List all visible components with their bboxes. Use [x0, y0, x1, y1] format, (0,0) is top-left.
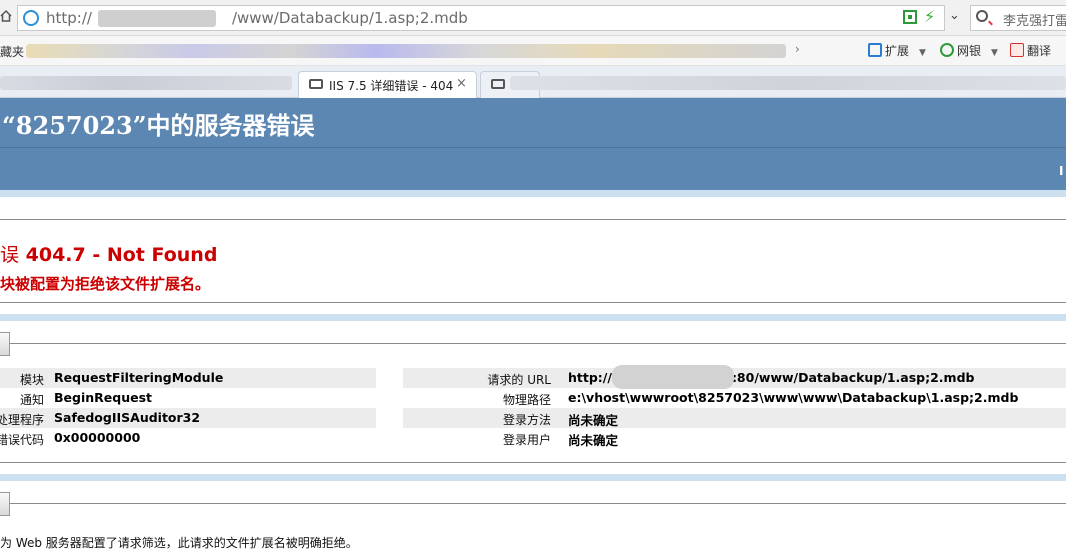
cause-description: 为 Web 服务器配置了请求筛选，此请求的文件扩展名被明确拒绝。: [0, 536, 358, 550]
divider-band: [0, 474, 1066, 481]
tab-title: IIS 7.5 详细错误 - 404: [329, 79, 454, 93]
search-icon[interactable]: [976, 10, 988, 22]
divider: [10, 343, 1066, 344]
extensions-button[interactable]: 扩展 ▼: [868, 42, 926, 59]
divider-band: [0, 190, 1066, 197]
logon-method-label: 登录方法: [502, 413, 551, 427]
page-subheader: I: [0, 147, 1066, 190]
notify-label: 通知: [19, 393, 44, 407]
error-title: 误 404.7 - Not Found: [0, 244, 218, 266]
error-code-value: 0x00000000: [54, 430, 141, 445]
redacted-host: [98, 10, 216, 27]
page-header: “8257023”中的服务器错误: [0, 98, 1066, 147]
qr-code-icon[interactable]: [903, 10, 917, 24]
favorites-label[interactable]: 藏夹: [0, 43, 24, 60]
logon-user-value: 尚未确定: [568, 433, 619, 448]
module-label: 模块: [19, 373, 44, 387]
logon-user-label: 登录用户: [502, 433, 551, 447]
bookmarks-bar: 藏夹 › 扩展 ▼ 网银 ▼ 翻译: [0, 36, 1066, 66]
physical-path-value: e:\vhost\wwwroot\8257023\www\www\Databac…: [568, 390, 1019, 405]
handler-label: 处理程序: [0, 413, 44, 427]
redacted-host: [612, 365, 734, 389]
translate-button[interactable]: 翻译: [1010, 42, 1051, 59]
logon-method-value: 尚未确定: [568, 413, 619, 428]
tab-iis-error[interactable]: IIS 7.5 详细错误 - 404 ×: [298, 71, 477, 98]
redacted-tabs: [0, 76, 292, 90]
chevron-right-icon[interactable]: ›: [795, 42, 800, 56]
physical-path-label: 物理路径: [502, 393, 551, 407]
page-favicon-icon: [491, 79, 505, 89]
divider-band: [0, 314, 1066, 321]
page-favicon-icon: [309, 79, 323, 89]
chevron-down-icon[interactable]: ⌄: [949, 8, 960, 23]
section-toggle-button[interactable]: [0, 492, 10, 516]
page-title: “8257023”中的服务器错误: [2, 111, 315, 140]
module-value: RequestFilteringModule: [54, 370, 224, 385]
error-code-label: 错误代码: [0, 433, 44, 447]
globe-icon: [23, 10, 39, 26]
tab-strip: IIS 7.5 详细错误 - 404 ×: [0, 66, 1066, 98]
section-toggle-button[interactable]: [0, 332, 10, 356]
translate-icon: [1010, 43, 1024, 57]
address-bar[interactable]: http:///www/Databackup/1.asp;2.mdb: [17, 5, 945, 31]
notify-value: BeginRequest: [54, 390, 152, 405]
redacted-bookmarks: [26, 44, 786, 58]
handler-value: SafedogIISAuditor32: [54, 410, 201, 425]
close-icon[interactable]: ×: [456, 76, 467, 91]
home-icon[interactable]: [0, 9, 12, 23]
search-input[interactable]: 李克强打雷: [1003, 10, 1066, 29]
divider: [0, 462, 1066, 463]
lightning-icon[interactable]: ⚡: [924, 7, 935, 26]
search-box[interactable]: 李克强打雷: [970, 5, 1066, 31]
redacted-tabs: [510, 76, 1066, 90]
subheader-text: I: [1059, 164, 1064, 178]
divider: [0, 302, 1066, 303]
address-toolbar: http:///www/Databackup/1.asp;2.mdb ⚡ ⌄ 李…: [0, 0, 1066, 36]
chevron-down-icon: ▼: [991, 48, 998, 58]
chevron-down-icon: ▼: [919, 48, 926, 58]
error-subtitle: 块被配置为拒绝该文件扩展名。: [0, 275, 211, 293]
requested-url-label: 请求的 URL: [487, 373, 551, 387]
divider: [0, 219, 1066, 220]
bank-button[interactable]: 网银 ▼: [940, 42, 998, 59]
divider: [10, 503, 1066, 504]
bank-icon: [940, 43, 954, 57]
extensions-icon: [868, 43, 882, 57]
